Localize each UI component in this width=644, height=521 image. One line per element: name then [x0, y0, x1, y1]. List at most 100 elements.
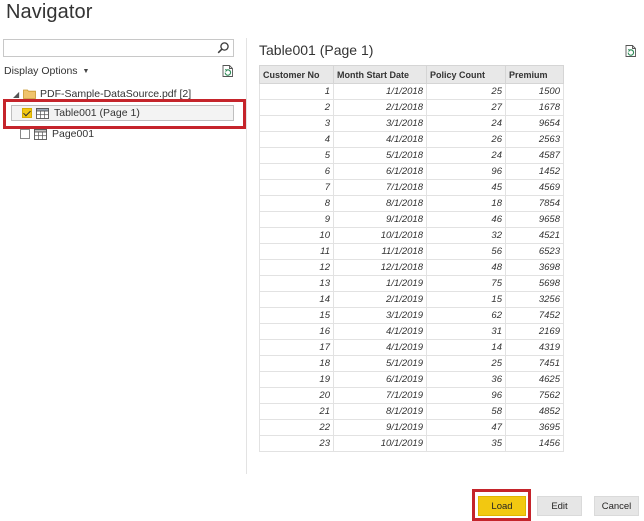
refresh-icon[interactable] — [221, 64, 235, 78]
table-cell: 58 — [426, 403, 506, 420]
table-cell: 1500 — [505, 83, 564, 100]
table-cell: 13 — [259, 275, 334, 292]
table-row: 16 4/1/2019 31 2169 — [259, 323, 564, 340]
preview-title: Table001 (Page 1) — [259, 42, 374, 58]
table-cell: 3256 — [505, 291, 564, 308]
table-cell: 96 — [426, 387, 506, 404]
tree-item-page001[interactable]: Page001 — [20, 126, 94, 142]
table-cell: 9654 — [505, 115, 564, 132]
tree-item-label: Table001 (Page 1) — [54, 107, 140, 119]
column-header[interactable]: Month Start Date — [333, 65, 427, 84]
table-cell: 5698 — [505, 275, 564, 292]
table-cell: 7854 — [505, 195, 564, 212]
cancel-button[interactable]: Cancel — [594, 496, 639, 516]
table-cell: 18 — [426, 195, 506, 212]
table-row: 11 11/1/2018 56 6523 — [259, 243, 564, 260]
table-row: 21 8/1/2019 58 4852 — [259, 403, 564, 420]
table-cell: 17 — [259, 339, 334, 356]
table-cell: 7 — [259, 179, 334, 196]
table-cell: 2/1/2019 — [333, 291, 427, 308]
table-cell: 26 — [426, 131, 506, 148]
search-input[interactable] — [6, 40, 216, 56]
table-cell: 4587 — [505, 147, 564, 164]
table-cell: 9/1/2019 — [333, 419, 427, 436]
table-row: 20 7/1/2019 96 7562 — [259, 387, 564, 404]
caret-down-icon: ▼ — [82, 68, 90, 75]
table-cell: 7/1/2019 — [333, 387, 427, 404]
preview-table-container: Customer No Month Start Date Policy Coun… — [259, 65, 564, 452]
table-row: 6 6/1/2018 96 1452 — [259, 163, 564, 180]
table-cell: 7452 — [505, 307, 564, 324]
table-cell: 8 — [259, 195, 334, 212]
table-cell: 7/1/2018 — [333, 179, 427, 196]
table-cell: 14 — [426, 339, 506, 356]
table-cell: 96 — [426, 163, 506, 180]
table-icon — [34, 128, 47, 140]
load-button[interactable]: Load — [478, 496, 526, 516]
refresh-icon[interactable] — [624, 44, 638, 58]
table-icon — [36, 107, 49, 119]
table-cell: 6 — [259, 163, 334, 180]
table-cell: 1456 — [505, 435, 564, 452]
table-cell: 2 — [259, 99, 334, 116]
table-cell: 35 — [426, 435, 506, 452]
table-row: 15 3/1/2019 62 7452 — [259, 307, 564, 324]
tree-item-table001[interactable]: Table001 (Page 1) — [11, 105, 234, 121]
table-cell: 4/1/2019 — [333, 323, 427, 340]
table-row: 5 5/1/2018 24 4587 — [259, 147, 564, 164]
chevron-down-icon[interactable]: ◢ — [13, 90, 21, 99]
table-cell: 3695 — [505, 419, 564, 436]
table-cell: 2169 — [505, 323, 564, 340]
table-cell: 36 — [426, 371, 506, 388]
table-cell: 4521 — [505, 227, 564, 244]
table-cell: 3698 — [505, 259, 564, 276]
table-cell: 6/1/2019 — [333, 371, 427, 388]
table-cell: 24 — [426, 147, 506, 164]
table-cell: 9658 — [505, 211, 564, 228]
edit-button[interactable]: Edit — [537, 496, 582, 516]
table-row: 3 3/1/2018 24 9654 — [259, 115, 564, 132]
tree-item-label: Page001 — [52, 128, 95, 140]
table-cell: 27 — [426, 99, 506, 116]
table-cell: 10/1/2019 — [333, 435, 427, 452]
table-row: 1 1/1/2018 25 1500 — [259, 83, 564, 100]
table-cell: 8/1/2019 — [333, 403, 427, 420]
table-cell: 3/1/2019 — [333, 307, 427, 324]
table-row: 22 9/1/2019 47 3695 — [259, 419, 564, 436]
column-header[interactable]: Customer No — [259, 65, 334, 84]
search-icon[interactable] — [216, 41, 230, 55]
table-cell: 4569 — [505, 179, 564, 196]
table-cell: 3 — [259, 115, 334, 132]
column-header[interactable]: Premium — [505, 65, 564, 84]
column-header[interactable]: Policy Count — [426, 65, 506, 84]
table-cell: 25 — [426, 355, 506, 372]
table-cell: 47 — [426, 419, 506, 436]
table-cell: 14 — [259, 291, 334, 308]
table-cell: 7451 — [505, 355, 564, 372]
table-cell: 1678 — [505, 99, 564, 116]
table-cell: 3/1/2018 — [333, 115, 427, 132]
table-cell: 22 — [259, 419, 334, 436]
display-options-dropdown[interactable]: Display Options ▼ — [4, 65, 89, 77]
table-cell: 62 — [426, 307, 506, 324]
table-cell: 4/1/2019 — [333, 339, 427, 356]
table-cell: 2563 — [505, 131, 564, 148]
table001-checkbox[interactable] — [22, 108, 32, 118]
display-options-label: Display Options — [4, 65, 78, 77]
search-box[interactable] — [3, 39, 234, 57]
table-cell: 19 — [259, 371, 334, 388]
table-cell: 1 — [259, 83, 334, 100]
table-cell: 5/1/2019 — [333, 355, 427, 372]
tree-folder-label: PDF-Sample-DataSource.pdf [2] — [40, 88, 192, 100]
table-cell: 24 — [426, 115, 506, 132]
panel-divider — [246, 38, 247, 474]
table-header-row: Customer No Month Start Date Policy Coun… — [259, 65, 564, 84]
table-cell: 8/1/2018 — [333, 195, 427, 212]
table-row: 2 2/1/2018 27 1678 — [259, 99, 564, 116]
table-row: 10 10/1/2018 32 4521 — [259, 227, 564, 244]
table-cell: 15 — [426, 291, 506, 308]
tree-folder-pdf[interactable]: ◢ PDF-Sample-DataSource.pdf [2] — [13, 86, 191, 102]
dialog-title: Navigator — [6, 1, 93, 23]
page001-checkbox[interactable] — [20, 129, 30, 139]
table-row: 23 10/1/2019 35 1456 — [259, 435, 564, 452]
